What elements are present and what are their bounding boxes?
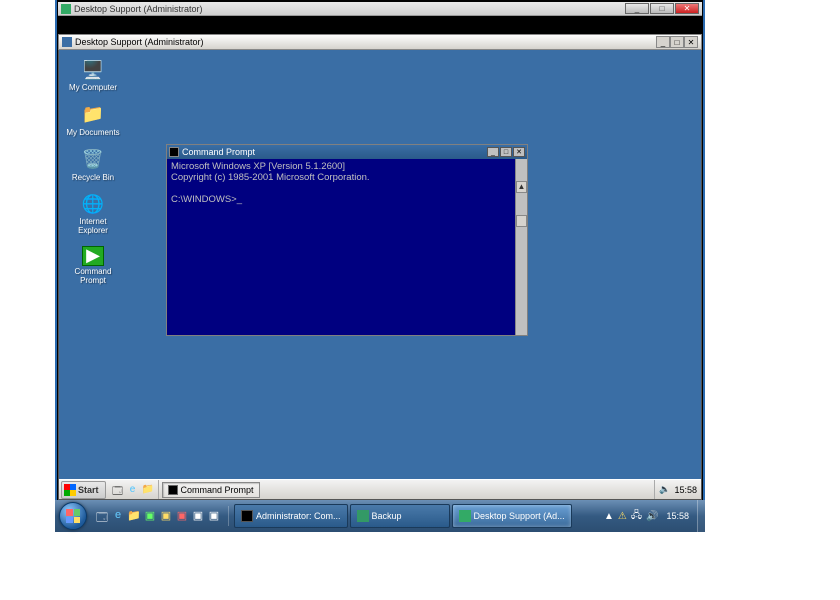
outer-window-titlebar: Desktop Support (Administrator) _ □ ✕	[58, 2, 702, 16]
desktop-icon-label: Internet Explorer	[65, 218, 121, 236]
desktop-icon-my-computer[interactable]: 🖥️ My Computer	[65, 58, 121, 93]
host-clock[interactable]: 15:58	[662, 512, 693, 521]
tray-volume-icon[interactable]: 🔊	[646, 511, 658, 522]
xp-quick-launch: 🗔 e 📁	[108, 480, 159, 499]
xp-start-label: Start	[78, 485, 99, 495]
cmd-shortcut-icon: ▶	[82, 246, 104, 266]
host-system-tray: ▲ ⚠ 🖧 🔊 15:58	[600, 508, 697, 525]
xp-system-tray: 🔈 15:58	[654, 480, 701, 499]
xp-taskbar: Start 🗔 e 📁 Command Prompt 🔈 15:58	[59, 479, 701, 499]
windows-flag-icon	[64, 484, 76, 496]
outer-window-icon	[61, 4, 71, 14]
ql-ie-icon[interactable]: e	[127, 484, 139, 496]
inner-window-icon	[62, 37, 72, 47]
command-prompt-title: Command Prompt	[182, 147, 255, 157]
inner-window-titlebar: Desktop Support (Administrator) _ □ ✕	[58, 34, 702, 50]
cmd-prompt: C:\WINDOWS>	[171, 194, 237, 205]
tray-network-icon[interactable]: 🖧	[631, 508, 642, 525]
command-prompt-body[interactable]: Microsoft Windows XP [Version 5.1.2600] …	[167, 159, 527, 335]
cmd-icon	[241, 510, 253, 522]
desktop-icon-my-documents[interactable]: 📁 My Documents	[65, 103, 121, 138]
windows-orb-icon	[66, 509, 80, 523]
ql-icon[interactable]: ▣	[159, 509, 173, 523]
desktop-icon-internet-explorer[interactable]: 🌐 Internet Explorer	[65, 192, 121, 236]
ql-icon[interactable]: ▣	[175, 509, 189, 523]
computer-icon: 🖥️	[79, 58, 107, 82]
inner-window-title: Desktop Support (Administrator)	[75, 37, 204, 47]
ql-icon[interactable]: 📁	[127, 509, 141, 523]
ql-icon[interactable]: ▣	[191, 509, 205, 523]
xp-clock[interactable]: 15:58	[674, 485, 697, 495]
cmd-scrollbar[interactable]: ▲ ▼	[515, 159, 527, 335]
cmd-close-button[interactable]: ✕	[513, 147, 525, 157]
xp-start-button[interactable]: Start	[61, 481, 106, 499]
desktop-icon-label: My Documents	[65, 129, 121, 138]
desktop-icon-label: My Computer	[65, 84, 121, 93]
inner-maximize-button[interactable]: □	[670, 36, 684, 48]
cmd-cursor: _	[237, 194, 242, 205]
cmd-minimize-button[interactable]: _	[487, 147, 499, 157]
trash-icon: 🗑️	[79, 148, 107, 172]
inner-close-button[interactable]: ✕	[684, 36, 698, 48]
host-task-label: Backup	[372, 511, 402, 521]
outer-window-title: Desktop Support (Administrator)	[74, 4, 203, 14]
host-task-desktop-support[interactable]: Desktop Support (Ad...	[452, 504, 572, 528]
volume-icon[interactable]: 🔈	[659, 484, 670, 495]
ql-explorer-icon[interactable]: 📁	[142, 484, 154, 496]
outer-maximize-button[interactable]: □	[650, 3, 674, 14]
remote-icon	[459, 510, 471, 522]
desktop-icons-column: 🖥️ My Computer 📁 My Documents 🗑️ Recycle…	[65, 58, 125, 296]
host-task-label: Desktop Support (Ad...	[474, 511, 565, 521]
xp-task-label: Command Prompt	[181, 485, 254, 495]
cmd-icon	[169, 147, 179, 157]
ql-icon[interactable]: ▣	[143, 509, 157, 523]
show-desktop-button[interactable]	[697, 500, 705, 532]
cmd-maximize-button[interactable]: □	[500, 147, 512, 157]
scroll-thumb[interactable]	[516, 215, 527, 227]
host-taskbar: 🗔 e 📁 ▣ ▣ ▣ ▣ ▣ Administrator: Com... Ba…	[55, 500, 705, 532]
command-prompt-titlebar[interactable]: Command Prompt _ □ ✕	[167, 145, 527, 159]
outer-minimize-button[interactable]: _	[625, 3, 649, 14]
command-prompt-window[interactable]: Command Prompt _ □ ✕ Microsoft Windows X…	[166, 144, 528, 336]
folder-icon: 📁	[79, 103, 107, 127]
desktop-icon-recycle-bin[interactable]: 🗑️ Recycle Bin	[65, 148, 121, 183]
host-start-button[interactable]	[59, 502, 87, 530]
scroll-track[interactable]	[516, 249, 527, 335]
outer-close-button[interactable]: ✕	[675, 3, 699, 14]
ql-icon[interactable]: ▣	[207, 509, 221, 523]
scroll-up-button[interactable]: ▲	[516, 181, 527, 193]
host-task-label: Administrator: Com...	[256, 511, 341, 521]
ql-ie-icon[interactable]: e	[111, 509, 125, 523]
ie-icon: 🌐	[79, 192, 107, 216]
tray-shield-icon[interactable]: ⚠	[618, 511, 627, 522]
cmd-line-2: Copyright (c) 1985-2001 Microsoft Corpor…	[171, 172, 370, 183]
host-task-admin-cmd[interactable]: Administrator: Com...	[234, 504, 348, 528]
host-quick-launch: 🗔 e 📁 ▣ ▣ ▣ ▣ ▣	[91, 509, 225, 523]
inner-minimize-button[interactable]: _	[656, 36, 670, 48]
tray-chevron-icon[interactable]: ▲	[604, 511, 614, 522]
cmd-line-1: Microsoft Windows XP [Version 5.1.2600]	[171, 161, 345, 172]
xp-taskbar-task-cmd[interactable]: Command Prompt	[162, 482, 260, 498]
ql-show-desktop-icon[interactable]: 🗔	[112, 484, 124, 496]
backup-icon	[357, 510, 369, 522]
desktop-icon-label: Command Prompt	[65, 268, 121, 286]
taskbar-separator	[228, 506, 229, 526]
host-task-backup[interactable]: Backup	[350, 504, 450, 528]
desktop-icon-command-prompt[interactable]: ▶ Command Prompt	[65, 246, 121, 286]
ql-icon[interactable]: 🗔	[95, 509, 109, 523]
remote-desktop-viewport: Desktop Support (Administrator) _ □ ✕ 🖥️…	[58, 34, 702, 500]
xp-desktop[interactable]: 🖥️ My Computer 📁 My Documents 🗑️ Recycle…	[58, 50, 702, 500]
desktop-icon-label: Recycle Bin	[65, 174, 121, 183]
cmd-icon	[168, 485, 178, 495]
